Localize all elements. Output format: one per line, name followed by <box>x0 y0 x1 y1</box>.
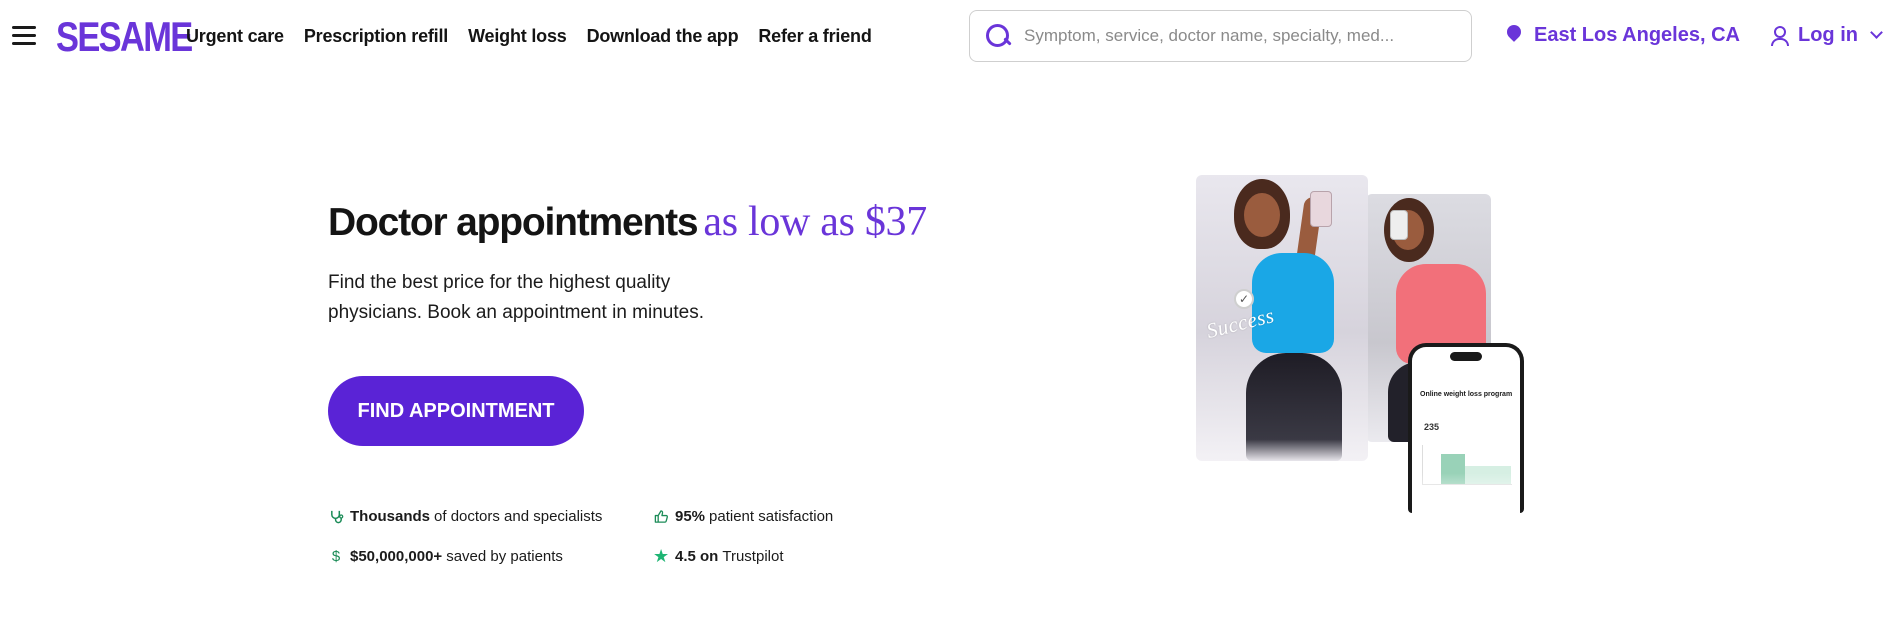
phone-mockup: Online weight loss program 235 <box>1408 343 1524 513</box>
location-pin-icon <box>1506 25 1522 47</box>
success-badge-text: Success <box>1203 303 1277 343</box>
hero-title-accent: as low as $37 <box>703 199 927 245</box>
nav-links: Urgent care Prescription refill Weight l… <box>186 26 892 47</box>
stat-savings-strong: $50,000,000+ <box>350 548 443 565</box>
nav-link-prescription-refill[interactable]: Prescription refill <box>304 26 448 47</box>
stat-doctors-strong: Thousands <box>350 508 431 525</box>
login-label: Log in <box>1798 24 1858 46</box>
top-navigation: SESAME Urgent care Prescription refill W… <box>0 0 1900 74</box>
success-badge: ✓ Success <box>1204 287 1284 357</box>
star-icon: ★ <box>652 546 670 566</box>
stat-trustpilot-text: Trustpilot <box>722 548 784 565</box>
hero-subtitle-line-2: physicians. Book an appointment in minut… <box>328 302 704 323</box>
dollar-icon: $ <box>331 548 341 565</box>
search-icon <box>984 22 1012 50</box>
hero-title: Doctor appointments as low as $37 <box>328 198 927 246</box>
nav-link-weight-loss[interactable]: Weight loss <box>468 26 567 47</box>
check-icon: ✓ <box>1234 289 1254 309</box>
nav-link-urgent-care[interactable]: Urgent care <box>186 26 284 47</box>
logo[interactable]: SESAME <box>56 14 193 60</box>
phone-chart <box>1422 445 1512 485</box>
hero-subtitle-line-1: Find the best price for the highest qual… <box>328 272 671 293</box>
search-bar[interactable] <box>969 10 1472 62</box>
location-label: East Los Angeles, CA <box>1534 24 1740 46</box>
stethoscope-icon <box>328 509 344 525</box>
stat-satisfaction-strong: 95% <box>675 508 706 525</box>
search-input[interactable] <box>1024 26 1464 46</box>
hero-subtitle: Find the best price for the highest qual… <box>328 268 758 328</box>
stat-trustpilot: ★ 4.5 on Trustpilot <box>652 546 784 566</box>
menu-icon[interactable] <box>12 26 36 46</box>
stat-savings-text: saved by patients <box>446 548 563 565</box>
stat-doctors-text: of doctors and specialists <box>434 508 603 525</box>
promo-photo-main: ✓ Success <box>1196 175 1368 461</box>
stat-doctors: Thousands of doctors and specialists <box>328 508 602 525</box>
stat-trustpilot-strong: 4.5 on <box>675 548 719 565</box>
hero-title-main: Doctor appointments <box>328 201 699 244</box>
stat-savings: $ $50,000,000+ saved by patients <box>328 548 563 565</box>
phone-title: Online weight loss program <box>1420 391 1513 398</box>
user-icon <box>1770 25 1789 46</box>
stat-satisfaction: 95% patient satisfaction <box>653 508 833 525</box>
chevron-down-icon <box>1870 26 1883 39</box>
nav-link-refer-friend[interactable]: Refer a friend <box>758 26 871 47</box>
nav-link-download-app[interactable]: Download the app <box>587 26 739 47</box>
phone-weight: 235 <box>1424 422 1440 432</box>
stat-satisfaction-text: patient satisfaction <box>709 508 834 525</box>
thumbs-up-icon <box>653 509 669 525</box>
location-selector[interactable]: East Los Angeles, CA <box>1506 24 1740 47</box>
login-button[interactable]: Log in <box>1770 24 1883 47</box>
find-appointment-button[interactable]: FIND APPOINTMENT <box>328 376 584 446</box>
